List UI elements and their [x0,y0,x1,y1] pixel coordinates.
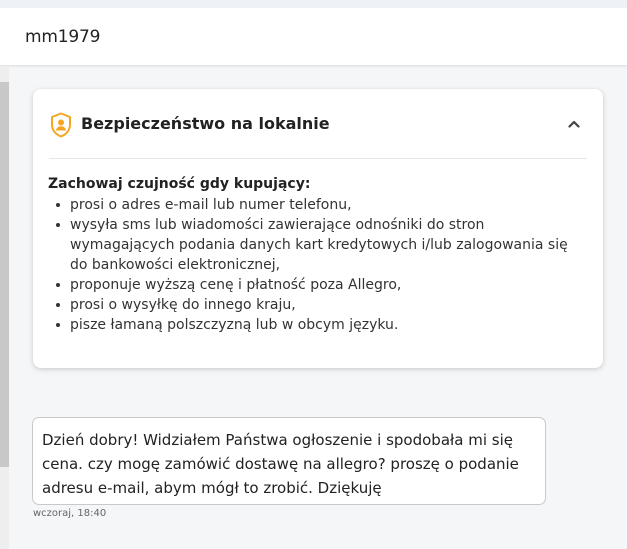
message-text: Dzień dobry! Widziałem Państwa ogłoszeni… [42,431,519,497]
top-strip [0,0,627,8]
conversation-header: mm1979 [0,8,627,66]
security-card-title: Bezpieczeństwo na lokalnie [81,114,330,133]
scrollbar-thumb[interactable] [0,82,9,467]
warning-title: Zachowaj czujność gdy kupujący: [48,176,311,192]
security-card-toggle[interactable]: Bezpieczeństwo na lokalnie [33,89,603,158]
message-bubble: Dzień dobry! Widziałem Państwa ogłoszeni… [32,417,546,505]
chevron-up-icon[interactable] [564,114,584,134]
warning-list: prosi o adres e-mail lub numer telefonu,… [48,195,588,335]
shield-user-icon [50,112,72,138]
security-card: Bezpieczeństwo na lokalnie Zachowaj czuj… [33,89,603,368]
warning-item: wysyła sms lub wiadomości zawierające od… [48,215,588,275]
warning-item: pisze łamaną polszczyzną lub w obcym jęz… [48,315,588,335]
warning-item: proponuje wyższą cenę i płatność poza Al… [48,275,588,295]
warning-item: prosi o wysyłkę do innego kraju, [48,295,588,315]
warning-item: prosi o adres e-mail lub numer telefonu, [48,195,588,215]
conversation-title: mm1979 [25,27,101,47]
message-timestamp: wczoraj, 18:40 [33,508,107,519]
card-divider [49,158,587,159]
